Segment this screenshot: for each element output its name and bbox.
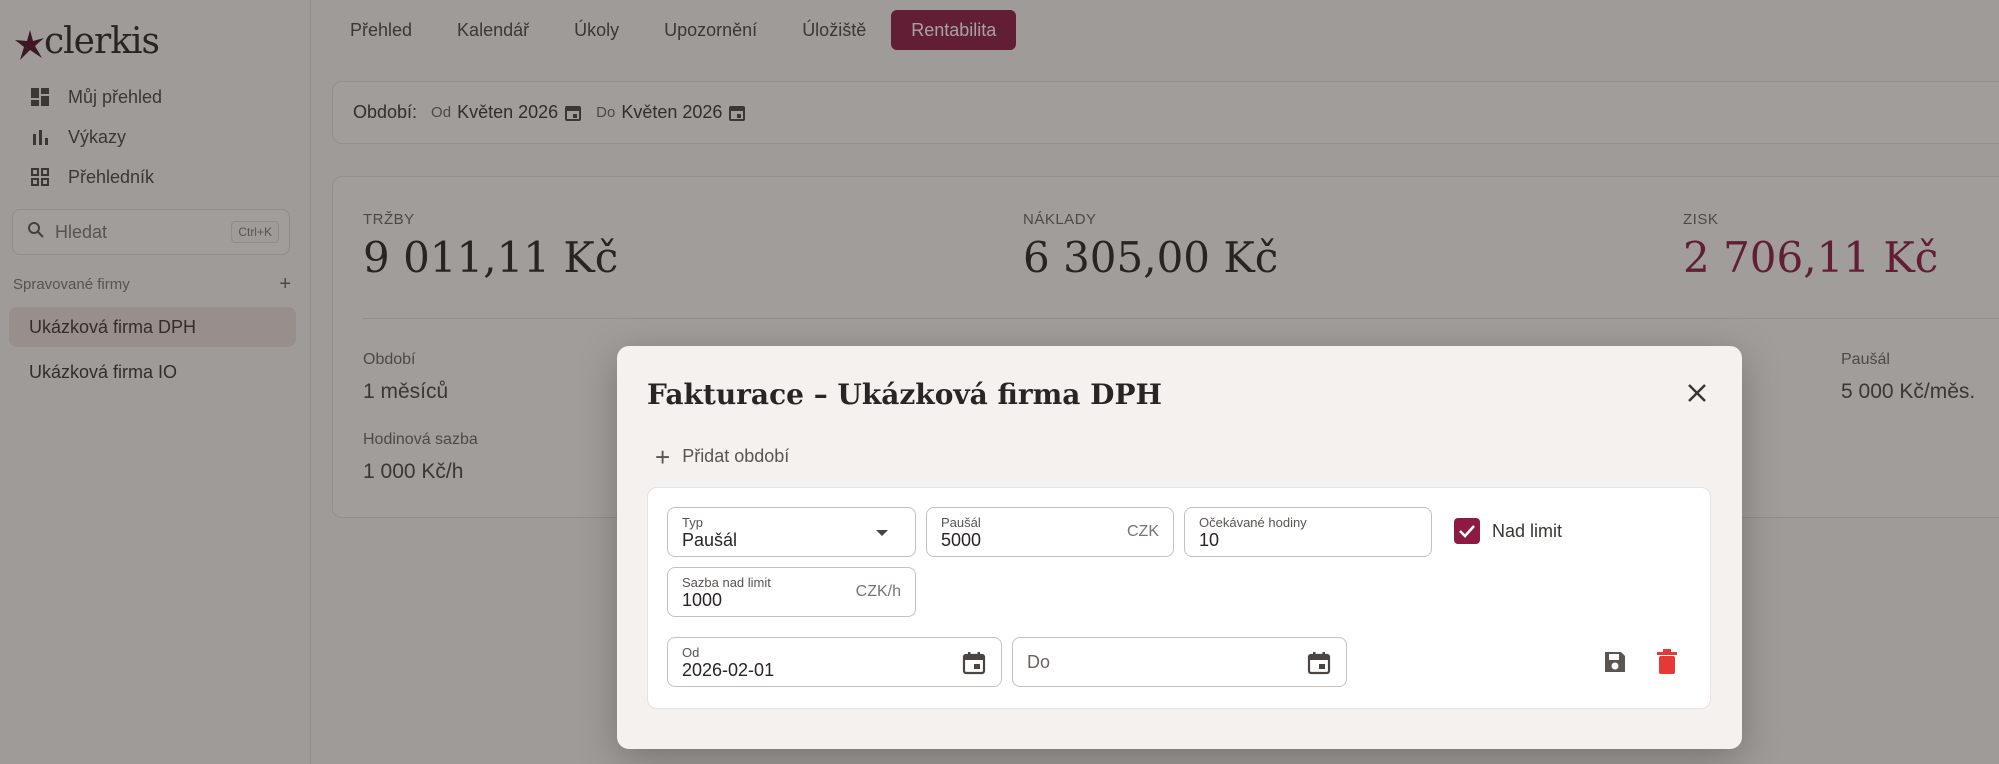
over-limit-rate-suffix: CZK/h <box>855 583 901 600</box>
date-from-input[interactable]: Od 2026-02-01 <box>667 637 1002 687</box>
expected-hours-input[interactable]: Očekávané hodiny 10 <box>1184 507 1432 557</box>
over-limit-rate-label: Sazba nad limit <box>682 575 771 590</box>
add-period-label: Přidat období <box>682 446 790 466</box>
dialog-title: Fakturace – Ukázková firma DPH <box>647 378 1162 411</box>
date-to-input[interactable]: Do <box>1012 637 1347 687</box>
type-label: Typ <box>682 515 703 530</box>
date-from-label: Od <box>682 645 700 660</box>
plus-icon: + <box>655 441 671 472</box>
dropdown-arrow-icon <box>876 530 888 536</box>
trash-icon <box>1657 649 1677 674</box>
save-icon <box>1605 652 1625 672</box>
over-limit-rate-input[interactable]: Sazba nad limit 1000 CZK/h <box>667 567 916 617</box>
over-limit-rate-value: 1000 <box>682 590 723 610</box>
billing-dialog: Fakturace – Ukázková firma DPH + Přidat … <box>617 346 1742 749</box>
date-from-value: 2026-02-01 <box>682 660 775 680</box>
period-form: Typ Paušál Paušál 5000 CZK Očekávané hod… <box>647 487 1711 709</box>
calendar-icon[interactable] <box>961 650 987 676</box>
delete-button[interactable] <box>1651 646 1683 678</box>
date-to-placeholder: Do <box>1027 652 1051 672</box>
over-limit-checkbox[interactable]: Nad limit <box>1454 518 1562 544</box>
type-select[interactable]: Typ Paušál <box>667 507 916 557</box>
flat-fee-input[interactable]: Paušál 5000 CZK <box>926 507 1174 557</box>
expected-hours-label: Očekávané hodiny <box>1199 515 1307 530</box>
over-limit-label: Nad limit <box>1492 520 1563 541</box>
checkbox-checked-icon <box>1454 518 1480 544</box>
add-period-button[interactable]: + Přidat období <box>655 441 790 472</box>
flat-fee-field-value: 5000 <box>941 530 982 550</box>
save-button[interactable] <box>1599 646 1631 678</box>
flat-fee-suffix: CZK <box>1127 523 1159 540</box>
type-value: Paušál <box>682 530 738 550</box>
calendar-icon[interactable] <box>1306 650 1332 676</box>
flat-fee-field-label: Paušál <box>941 515 981 530</box>
close-icon <box>1688 384 1706 402</box>
expected-hours-value: 10 <box>1199 530 1220 550</box>
close-button[interactable] <box>1680 376 1714 410</box>
